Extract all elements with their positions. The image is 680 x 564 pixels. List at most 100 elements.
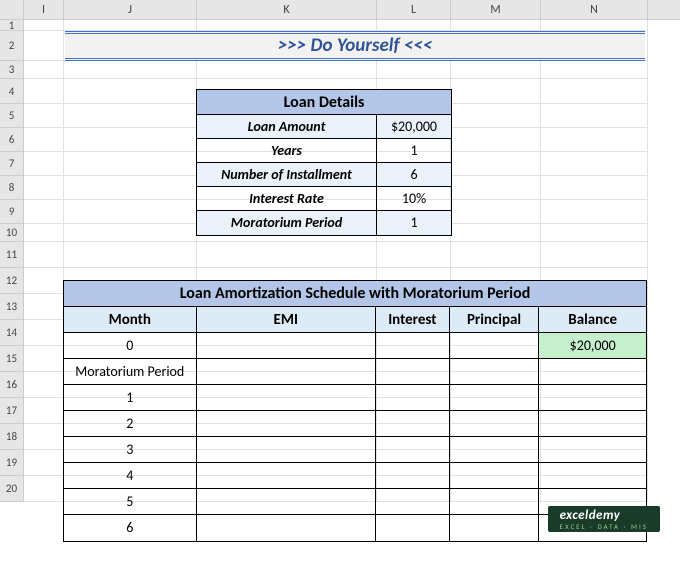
row-header-7[interactable]: 7	[0, 152, 24, 176]
corner-cell[interactable]	[0, 0, 24, 19]
amort-cell-interest[interactable]	[376, 489, 450, 515]
cell[interactable]	[451, 104, 541, 128]
amort-cell-balance[interactable]	[539, 411, 646, 437]
row-header-14[interactable]: 14	[0, 320, 24, 346]
cell[interactable]	[24, 79, 64, 104]
row-header-10[interactable]: 10	[0, 224, 24, 242]
amort-cell-emi[interactable]	[197, 515, 376, 541]
amort-cell-principal[interactable]	[450, 463, 540, 489]
amort-cell-month[interactable]: 1	[64, 385, 197, 411]
row-header-2[interactable]: 2	[0, 31, 24, 61]
cell[interactable]	[451, 128, 541, 152]
row-header-12[interactable]: 12	[0, 268, 24, 294]
amort-cell-balance[interactable]	[539, 385, 646, 411]
loan-detail-value[interactable]: 1	[377, 139, 451, 163]
cell[interactable]	[64, 128, 197, 152]
cell[interactable]	[64, 104, 197, 128]
cell[interactable]	[541, 128, 648, 152]
cell[interactable]	[64, 152, 197, 176]
amort-cell-month[interactable]: 0	[64, 333, 197, 359]
cell[interactable]	[541, 104, 648, 128]
col-header-J[interactable]: J	[64, 0, 197, 19]
cell[interactable]	[377, 242, 451, 268]
cell[interactable]	[24, 224, 64, 242]
cell[interactable]	[64, 200, 197, 224]
amort-cell-interest[interactable]	[376, 463, 450, 489]
cell[interactable]	[24, 128, 64, 152]
cell[interactable]	[24, 294, 64, 320]
cell[interactable]	[451, 200, 541, 224]
row-header-13[interactable]: 13	[0, 294, 24, 320]
cell[interactable]	[24, 424, 64, 450]
row-header-1[interactable]: 1	[0, 20, 24, 31]
cell[interactable]	[24, 104, 64, 128]
amort-cell-principal[interactable]	[450, 359, 540, 385]
loan-detail-value[interactable]: 1	[377, 211, 451, 235]
col-header-N[interactable]: N	[541, 0, 648, 19]
amort-cell-interest[interactable]	[376, 411, 450, 437]
amort-cell-emi[interactable]	[197, 385, 376, 411]
cell[interactable]	[64, 61, 197, 79]
cell[interactable]	[197, 242, 377, 268]
amort-cell-principal[interactable]	[450, 515, 540, 541]
cell[interactable]	[24, 242, 64, 268]
amort-cell-interest[interactable]	[376, 385, 450, 411]
cell[interactable]	[451, 79, 541, 104]
cell[interactable]	[64, 242, 197, 268]
cell[interactable]	[541, 242, 648, 268]
amort-cell-balance[interactable]	[539, 359, 646, 385]
loan-detail-value[interactable]: $20,000	[377, 115, 451, 139]
amort-cell-balance[interactable]	[539, 437, 646, 463]
amort-cell-emi[interactable]	[197, 463, 376, 489]
row-header-4[interactable]: 4	[0, 79, 24, 104]
col-header-M[interactable]: M	[451, 0, 541, 19]
row-header-20[interactable]: 20	[0, 476, 24, 502]
cell[interactable]	[451, 242, 541, 268]
cell[interactable]	[377, 20, 451, 31]
amort-cell-balance[interactable]: $20,000	[539, 333, 646, 359]
col-header-K[interactable]: K	[197, 0, 377, 19]
amort-cell-month[interactable]: 6	[64, 515, 197, 541]
cell[interactable]	[24, 346, 64, 372]
amort-cell-month[interactable]: 3	[64, 437, 197, 463]
amort-cell-emi[interactable]	[197, 359, 376, 385]
amort-cell-month[interactable]: Moratorium Period	[64, 359, 197, 385]
row-header-15[interactable]: 15	[0, 346, 24, 372]
amort-cell-balance[interactable]	[539, 463, 646, 489]
amort-cell-principal[interactable]	[450, 437, 540, 463]
row-header-18[interactable]: 18	[0, 424, 24, 450]
cell[interactable]	[451, 61, 541, 79]
row-header-5[interactable]: 5	[0, 104, 24, 128]
cell[interactable]	[24, 450, 64, 476]
col-header-L[interactable]: L	[377, 0, 451, 19]
cell[interactable]	[24, 372, 64, 398]
cell[interactable]	[451, 176, 541, 200]
loan-detail-value[interactable]: 6	[377, 163, 451, 187]
cell[interactable]	[377, 61, 451, 79]
cell[interactable]	[24, 61, 64, 79]
cell[interactable]	[24, 152, 64, 176]
cell[interactable]	[451, 224, 541, 242]
col-header-I[interactable]: I	[24, 0, 64, 19]
cell[interactable]	[24, 31, 64, 61]
amort-cell-principal[interactable]	[450, 385, 540, 411]
amort-cell-month[interactable]: 4	[64, 463, 197, 489]
cell[interactable]	[64, 79, 197, 104]
amort-cell-interest[interactable]	[376, 437, 450, 463]
amort-cell-interest[interactable]	[376, 359, 450, 385]
row-header-3[interactable]: 3	[0, 61, 24, 79]
cell[interactable]	[64, 176, 197, 200]
amort-cell-principal[interactable]	[450, 411, 540, 437]
loan-detail-value[interactable]: 10%	[377, 187, 451, 211]
amort-cell-interest[interactable]	[376, 515, 450, 541]
cell[interactable]	[451, 152, 541, 176]
cell[interactable]	[541, 152, 648, 176]
cell[interactable]	[64, 224, 197, 242]
cell[interactable]	[24, 176, 64, 200]
row-header-11[interactable]: 11	[0, 242, 24, 268]
row-header-6[interactable]: 6	[0, 128, 24, 152]
cell[interactable]	[24, 476, 64, 502]
cell[interactable]	[24, 320, 64, 346]
cell[interactable]	[451, 20, 541, 31]
amort-cell-emi[interactable]	[197, 333, 376, 359]
